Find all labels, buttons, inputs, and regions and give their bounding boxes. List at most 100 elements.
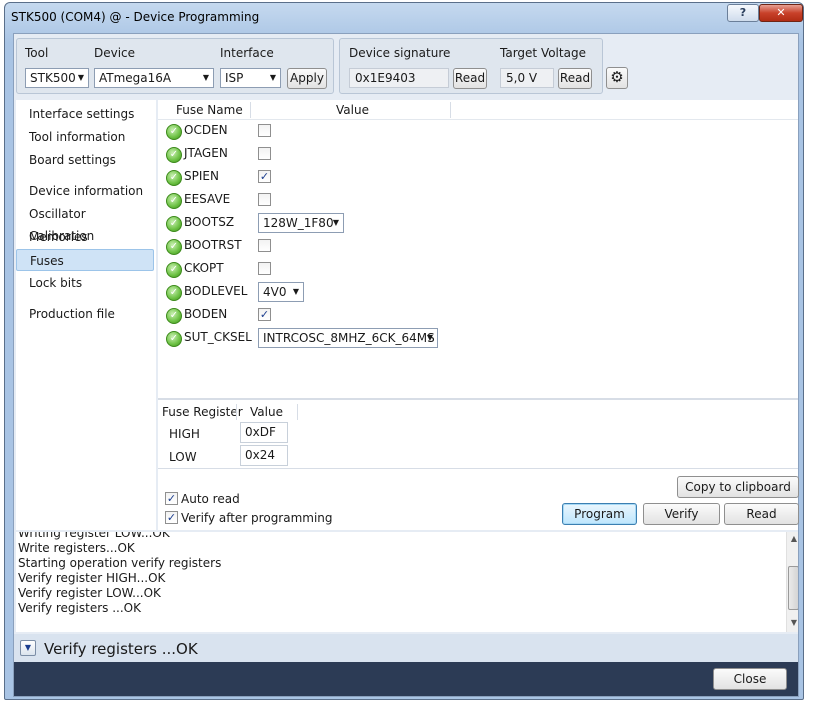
interface-select[interactable]: ISP ▼ — [220, 68, 281, 88]
device-select[interactable]: ATmega16A ▼ — [94, 68, 214, 88]
chevron-down-icon: ▼ — [269, 73, 276, 82]
voltage-read-button[interactable]: Read — [558, 68, 592, 89]
title-bar[interactable]: STK500 (COM4) @ - Device Programming ? ✕ — [5, 3, 803, 31]
fuse-checkbox[interactable] — [258, 124, 271, 137]
fuse-row: ✓ SPIEN ✓ — [166, 167, 766, 190]
divider — [158, 468, 798, 469]
scroll-thumb[interactable] — [788, 566, 798, 610]
sidebar-item-interface-settings[interactable]: Interface settings — [16, 103, 154, 125]
tool-select[interactable]: STK500 ▼ — [25, 68, 89, 88]
verify-after-programming-checkbox[interactable]: ✓ — [165, 511, 178, 524]
fuse-select[interactable]: 128W_1F80 ▼ — [258, 213, 344, 233]
register-value-high[interactable]: 0xDF — [240, 422, 288, 443]
fuse-row: ✓ BODLEVEL 4V0 ▼ — [166, 282, 766, 305]
fuse-value-header: Value — [336, 103, 369, 117]
fuse-checkbox[interactable]: ✓ — [258, 170, 271, 183]
register-value-low[interactable]: 0x24 — [240, 445, 288, 466]
signature-voltage-group: Device signature Target Voltage 0x1E9403… — [339, 38, 603, 94]
interface-select-value: ISP — [225, 71, 244, 85]
log-scrollbar[interactable]: ▲ ▼ — [786, 532, 798, 632]
signature-read-button[interactable]: Read — [453, 68, 487, 89]
fuse-row: ✓ OCDEN — [166, 121, 766, 144]
scroll-up-icon[interactable]: ▲ — [787, 534, 798, 546]
sidebar-item-fuses[interactable]: Fuses — [16, 249, 154, 271]
auto-read-checkbox[interactable]: ✓ — [165, 492, 178, 505]
fuse-register-header: Fuse Register — [162, 405, 243, 419]
log-line: Verify registers ...OK — [18, 601, 141, 615]
sidebar-item-lock-bits[interactable]: Lock bits — [16, 272, 154, 294]
tool-label: Tool — [25, 46, 49, 60]
interface-label: Interface — [220, 46, 274, 60]
read-button[interactable]: Read — [724, 503, 799, 525]
fuse-checkbox[interactable] — [258, 193, 271, 206]
program-button[interactable]: Program — [562, 503, 637, 525]
output-log[interactable]: Writing register LOW...OK Write register… — [16, 532, 798, 632]
sidebar: Interface settings Tool information Boar… — [16, 100, 156, 530]
fuse-checkbox[interactable]: ✓ — [258, 308, 271, 321]
sidebar-item-tool-information[interactable]: Tool information — [16, 126, 154, 148]
verify-after-programming-label: Verify after programming — [181, 511, 333, 525]
window-close-button[interactable]: ✕ — [759, 4, 803, 22]
log-line: Starting operation verify registers — [18, 556, 222, 570]
fuse-checkbox[interactable] — [258, 262, 271, 275]
fuse-name: BOOTRST — [184, 238, 242, 252]
register-name-high: HIGH — [169, 427, 200, 441]
fuse-select[interactable]: 4V0 ▼ — [258, 282, 304, 302]
sidebar-item-device-information[interactable]: Device information — [16, 180, 154, 202]
close-button[interactable]: Close — [713, 668, 787, 690]
check-icon: ✓ — [166, 308, 182, 324]
check-icon: ✓ — [166, 147, 182, 163]
device-select-value: ATmega16A — [99, 71, 172, 85]
sidebar-item-oscillator-calibration[interactable]: Oscillator Calibration — [16, 203, 154, 243]
fuse-select[interactable]: INTRCOSC_8MHZ_6CK_64MS ▼ — [258, 328, 438, 348]
fuse-select-value: 128W_1F80 — [263, 216, 334, 230]
log-line: Verify register HIGH...OK — [18, 571, 166, 585]
chevron-down-icon: ▼ — [202, 73, 209, 82]
register-name-low: LOW — [169, 450, 197, 464]
expand-chevron-icon[interactable]: ▼ — [20, 640, 36, 656]
status-text: Verify registers ...OK — [44, 640, 198, 658]
fuse-row: ✓ BODEN ✓ — [166, 305, 766, 328]
fuse-row: ✓ SUT_CKSEL INTRCOSC_8MHZ_6CK_64MS ▼ — [166, 328, 766, 351]
gear-icon[interactable]: ⚙ — [606, 67, 628, 89]
fuse-name: BODEN — [184, 307, 228, 321]
check-icon: ✓ — [166, 262, 182, 278]
fuse-row: ✓ JTAGEN — [166, 144, 766, 167]
voltage-value: 5,0 V — [500, 68, 554, 88]
sidebar-item-memories[interactable]: Memories — [16, 226, 154, 248]
tool-device-group: Tool Device Interface STK500 ▼ ATmega16A… — [16, 38, 334, 94]
fuse-row: ✓ EESAVE — [166, 190, 766, 213]
check-icon: ✓ — [166, 331, 182, 347]
chevron-down-icon: ▼ — [292, 287, 299, 296]
sidebar-item-board-settings[interactable]: Board settings — [16, 149, 154, 171]
fuse-name: SPIEN — [184, 169, 219, 183]
help-button[interactable]: ? — [727, 4, 759, 22]
copy-to-clipboard-button[interactable]: Copy to clipboard — [677, 476, 799, 498]
footer-bar: Close — [14, 662, 798, 696]
status-bar: ▼ Verify registers ...OK — [14, 634, 798, 662]
log-line: Writing register LOW...OK — [18, 532, 170, 540]
log-line: Write registers...OK — [18, 541, 135, 555]
verify-button[interactable]: Verify — [643, 503, 720, 525]
fuse-checkbox[interactable] — [258, 239, 271, 252]
voltage-label: Target Voltage — [500, 46, 586, 60]
fuse-name: BODLEVEL — [184, 284, 248, 298]
scroll-down-icon[interactable]: ▼ — [787, 618, 798, 630]
fuse-select-value: 4V0 — [263, 285, 287, 299]
window-title: STK500 (COM4) @ - Device Programming — [11, 10, 260, 24]
check-icon: ✓ — [166, 170, 182, 186]
apply-button[interactable]: Apply — [287, 68, 327, 89]
check-icon: ✓ — [166, 285, 182, 301]
register-value-header: Value — [250, 405, 283, 419]
chevron-down-icon: ▼ — [332, 218, 339, 227]
sidebar-item-production-file[interactable]: Production file — [16, 303, 154, 325]
fuse-checkbox[interactable] — [258, 147, 271, 160]
chevron-down-icon: ▼ — [426, 333, 433, 342]
fuse-name: OCDEN — [184, 123, 228, 137]
tool-select-value: STK500 — [30, 71, 76, 85]
fuse-name: CKOPT — [184, 261, 224, 275]
main-window: STK500 (COM4) @ - Device Programming ? ✕… — [4, 2, 804, 700]
fuse-select-value: INTRCOSC_8MHZ_6CK_64MS — [263, 331, 435, 345]
device-label: Device — [94, 46, 136, 60]
fuse-row: ✓ BOOTRST — [166, 236, 766, 259]
